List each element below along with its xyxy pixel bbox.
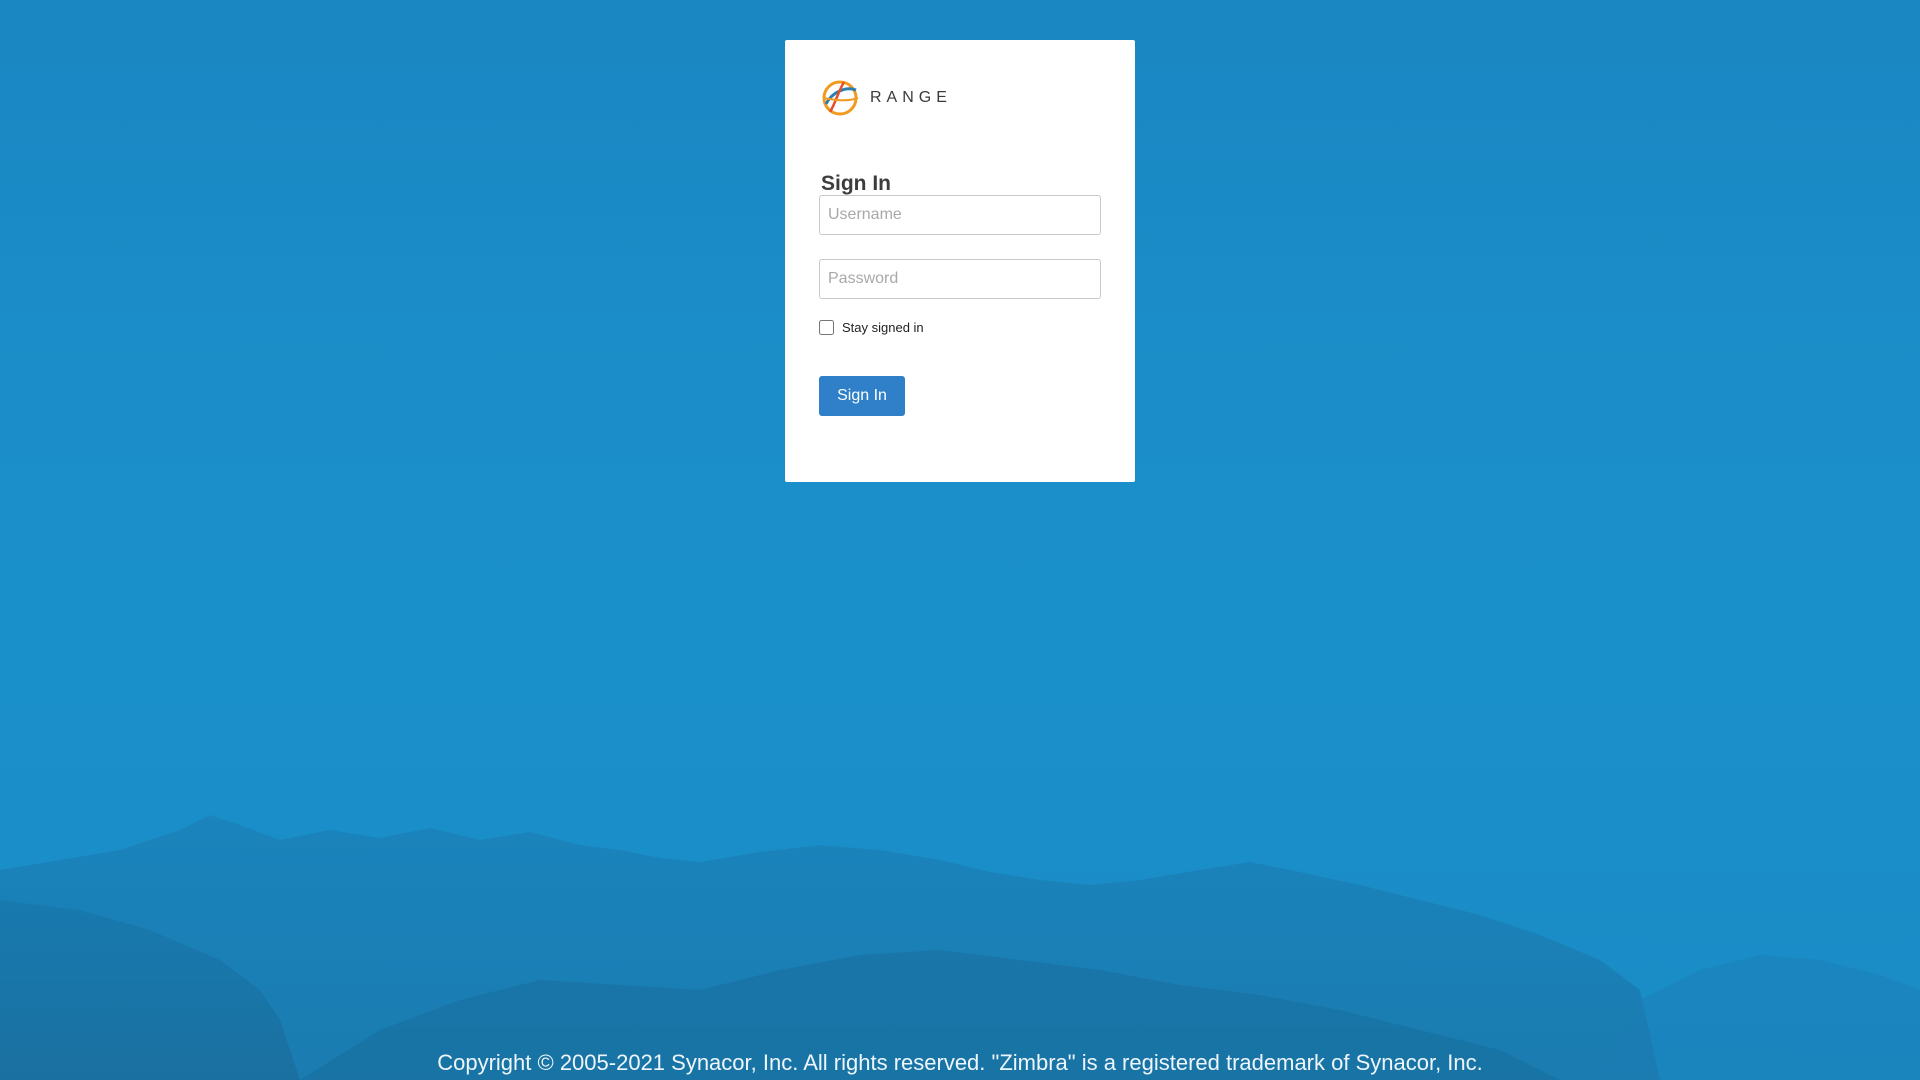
logo: RANGE	[820, 76, 952, 120]
password-input[interactable]	[819, 259, 1101, 299]
username-input[interactable]	[819, 195, 1101, 235]
login-card: RANGE Sign In Stay signed in Sign In	[785, 40, 1135, 482]
brand-name: RANGE	[870, 89, 952, 106]
stay-signed-in-checkbox[interactable]	[819, 320, 834, 335]
stay-signed-in-label[interactable]: Stay signed in	[842, 320, 924, 335]
sign-in-button[interactable]: Sign In	[819, 376, 905, 416]
range-globe-icon	[822, 80, 859, 116]
copyright-footer: Copyright © 2005-2021 Synacor, Inc. All …	[437, 1050, 1483, 1075]
page-title: Sign In	[821, 172, 891, 195]
stay-signed-in-row: Stay signed in	[819, 320, 924, 335]
